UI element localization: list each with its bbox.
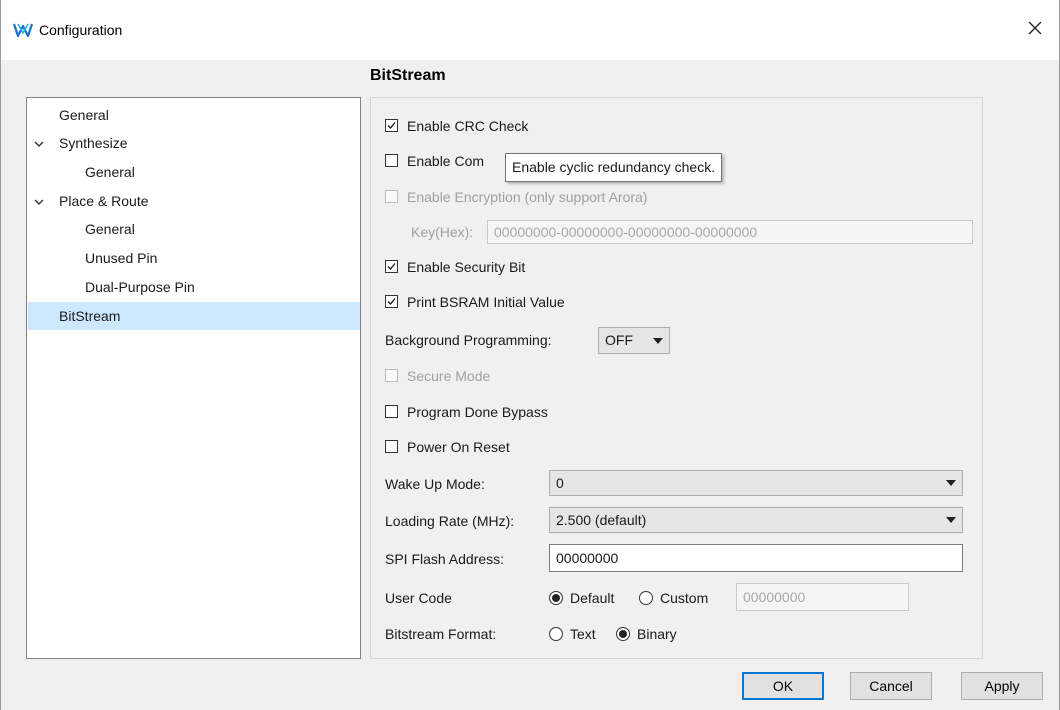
tree-item-label: Unused Pin	[85, 250, 158, 266]
crc-tooltip: Enable cyclic redundancy check.	[505, 153, 723, 182]
user-code-custom-label: Custom	[660, 590, 709, 606]
wake-up-label: Wake Up Mode:	[385, 476, 485, 492]
checkmark-icon	[387, 122, 396, 129]
caret-down-icon	[653, 338, 663, 344]
ok-button[interactable]: OK	[742, 672, 824, 700]
caret-down-icon	[946, 517, 956, 523]
tree-item-label: Place & Route	[59, 193, 149, 209]
cancel-button[interactable]: Cancel	[850, 672, 932, 700]
format-binary-radio[interactable]	[616, 627, 630, 641]
format-text-radio[interactable]	[549, 627, 563, 641]
key-hex-input: 00000000-00000000-00000000-00000000	[487, 220, 973, 244]
tree-item-label: Synthesize	[59, 135, 128, 151]
tree-item-label: General	[85, 164, 135, 180]
user-code-default-label: Default	[570, 590, 615, 606]
bg-programming-label: Background Programming:	[385, 332, 552, 348]
program-done-label: Program Done Bypass	[407, 404, 548, 420]
chevron-down-icon[interactable]	[33, 138, 45, 150]
bsram-checkbox[interactable]	[385, 295, 398, 308]
category-tree: General Synthesize General Place & Route…	[26, 97, 361, 659]
encryption-checkbox	[385, 190, 398, 203]
bsram-label: Print BSRAM Initial Value	[407, 294, 565, 310]
chevron-down-icon[interactable]	[33, 196, 45, 208]
security-bit-label: Enable Security Bit	[407, 259, 526, 275]
compress-checkbox[interactable]	[385, 154, 398, 167]
secure-mode-label: Secure Mode	[407, 368, 491, 384]
tree-item-place-route-general[interactable]: General	[85, 215, 135, 243]
power-on-reset-label: Power On Reset	[407, 439, 510, 455]
crc-label: Enable CRC Check	[407, 118, 529, 134]
spi-flash-value: 00000000	[556, 550, 619, 566]
bitstream-format-label: Bitstream Format:	[385, 626, 497, 642]
crc-checkbox[interactable]	[385, 119, 398, 132]
tree-item-dual-purpose-pin[interactable]: Dual-Purpose Pin	[85, 273, 195, 301]
power-on-reset-checkbox[interactable]	[385, 440, 398, 453]
secure-mode-checkbox	[385, 369, 398, 382]
caret-down-icon	[946, 480, 956, 486]
app-logo-icon	[13, 23, 33, 38]
tree-item-bitstream[interactable]: BitStream	[28, 302, 360, 330]
window-title: Configuration	[39, 22, 123, 38]
loading-rate-value: 2.500 (default)	[556, 512, 647, 528]
key-label: Key(Hex):	[411, 224, 474, 240]
compress-label: Enable Com	[407, 153, 485, 169]
format-binary-label: Binary	[637, 626, 677, 642]
wake-up-value: 0	[556, 475, 564, 491]
security-bit-checkbox[interactable]	[385, 260, 398, 273]
page-title: BitStream	[370, 67, 446, 84]
tree-item-label: Dual-Purpose Pin	[85, 279, 195, 295]
close-icon[interactable]	[1023, 16, 1047, 40]
encryption-label: Enable Encryption (only support Arora)	[407, 189, 648, 205]
tree-item-label: BitStream	[59, 308, 121, 324]
bg-programming-value: OFF	[605, 332, 633, 348]
tree-item-label: General	[59, 107, 109, 123]
tree-item-label: General	[85, 221, 135, 237]
checkmark-icon	[387, 298, 396, 305]
configuration-dialog: Configuration BitStream General Synthesi…	[0, 0, 1060, 710]
loading-rate-select[interactable]: 2.500 (default)	[549, 507, 963, 533]
user-code-custom-input: 00000000	[736, 583, 909, 611]
tree-item-general[interactable]: General	[59, 101, 109, 129]
apply-button[interactable]: Apply	[961, 672, 1043, 700]
user-code-custom-value: 00000000	[743, 589, 806, 605]
tree-item-unused-pin[interactable]: Unused Pin	[85, 244, 157, 272]
checkmark-icon	[387, 263, 396, 270]
title-bar: Configuration	[1, 0, 1059, 60]
user-code-default-radio[interactable]	[549, 591, 563, 605]
tree-item-synthesize-general[interactable]: General	[85, 158, 135, 186]
tree-item-synthesize[interactable]: Synthesize	[59, 129, 127, 157]
key-hex-placeholder: 00000000-00000000-00000000-00000000	[494, 224, 758, 240]
wake-up-select[interactable]: 0	[549, 470, 963, 496]
format-text-label: Text	[570, 626, 596, 642]
loading-rate-label: Loading Rate (MHz):	[385, 513, 515, 529]
bg-programming-select[interactable]: OFF	[598, 327, 670, 354]
program-done-checkbox[interactable]	[385, 405, 398, 418]
user-code-label: User Code	[385, 590, 452, 606]
spi-flash-input[interactable]: 00000000	[549, 544, 963, 572]
tree-item-place-route[interactable]: Place & Route	[59, 187, 149, 215]
user-code-custom-radio[interactable]	[639, 591, 653, 605]
spi-flash-label: SPI Flash Address:	[385, 551, 505, 567]
